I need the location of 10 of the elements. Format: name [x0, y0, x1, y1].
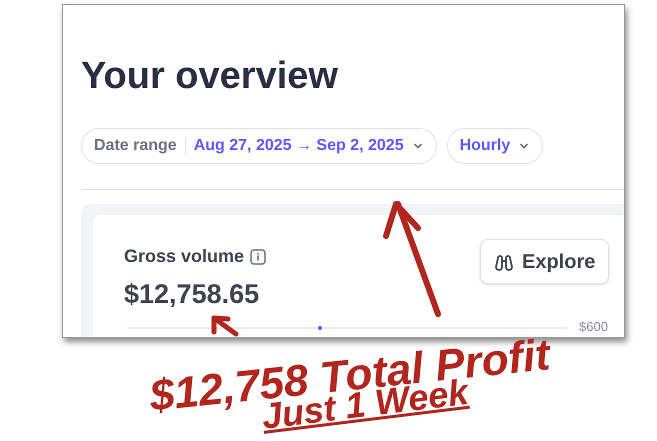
interval-dropdown[interactable]: Hourly	[446, 128, 544, 164]
page-title: Your overview	[81, 54, 338, 99]
arrow-drawing	[212, 316, 238, 336]
metric-value: $12,758.65	[124, 278, 260, 311]
date-range-filter[interactable]: Date range Aug 27, 2025 → Sep 2, 2025	[81, 128, 437, 164]
metric-label: Gross volume	[124, 245, 244, 268]
info-icon	[250, 248, 266, 264]
explore-button[interactable]: Explore	[480, 239, 610, 284]
binoculars-icon	[494, 252, 514, 270]
axis-label: $600	[579, 319, 608, 335]
